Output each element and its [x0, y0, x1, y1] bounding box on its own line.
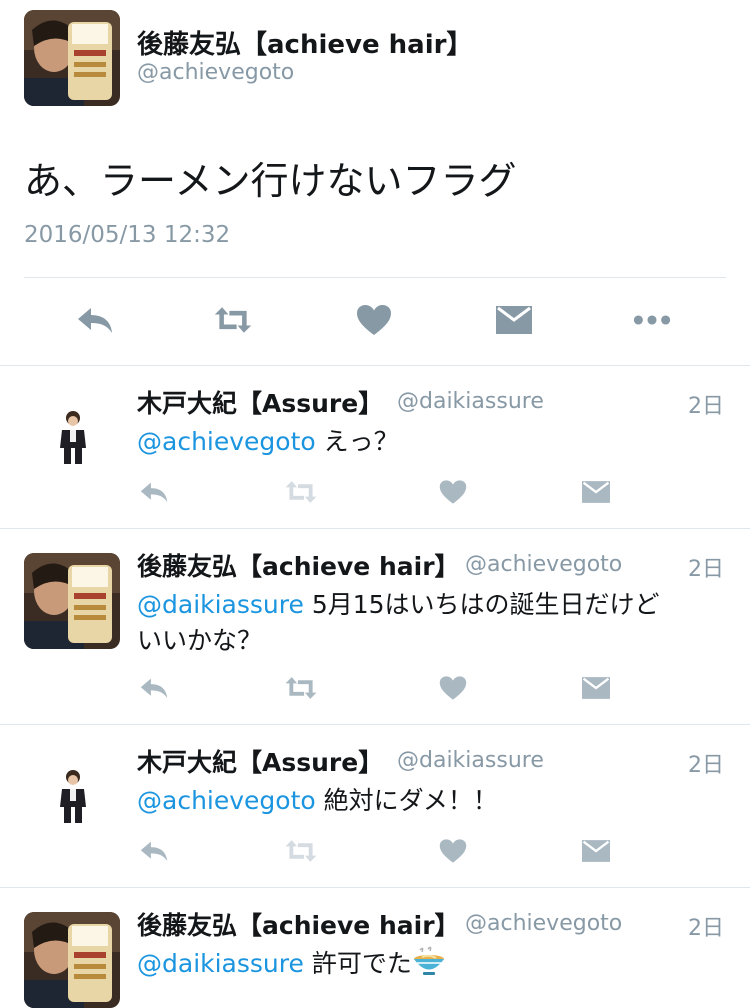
tweet-text: @daikiassure 5月15はいちはの誕生日だけど いいかな？ [137, 587, 727, 659]
like-icon[interactable] [436, 837, 470, 865]
tweet-timestamp: 2016/05/13 12:32 [24, 222, 231, 248]
avatar-photo [24, 553, 120, 649]
mention-link[interactable]: @achievegoto [137, 427, 316, 456]
message-icon[interactable] [579, 674, 613, 702]
reply-icon[interactable] [137, 674, 171, 702]
message-icon[interactable] [494, 302, 534, 338]
tweet-text: @achievegoto 絶対にダメ！！ [137, 783, 727, 819]
author-avatar[interactable] [48, 408, 98, 466]
avatar-photo [24, 912, 120, 1008]
tweet-text: あ、ラーメン行けないフラグ [24, 159, 517, 203]
author-name[interactable]: 後藤友弘【achieve hair】 [137, 547, 460, 583]
mention-link[interactable]: @daikiassure [137, 949, 304, 978]
message-icon[interactable] [579, 837, 613, 865]
retweet-icon[interactable] [284, 837, 318, 865]
reply-icon[interactable] [75, 302, 115, 338]
tweet-age: 2日 [688, 753, 724, 778]
author-avatar[interactable] [48, 767, 98, 825]
author-name[interactable]: 木戸大紀【Assure】 [137, 743, 383, 779]
retweet-icon[interactable] [284, 478, 318, 506]
message-icon[interactable] [579, 478, 613, 506]
tweet-body: 絶対にダメ！！ [315, 786, 498, 815]
avatar-photo [24, 10, 120, 106]
ramen-bowl-icon [413, 946, 444, 975]
author-name[interactable]: 後藤友弘【achieve hair】 [137, 24, 472, 61]
tweet-age: 2日 [688, 557, 724, 582]
retweet-icon[interactable] [213, 302, 253, 338]
tweet-text: @achievegoto えっ？ [137, 424, 727, 460]
tweet-age: 2日 [688, 394, 724, 419]
author-avatar[interactable] [24, 912, 120, 1008]
author-handle[interactable]: @achievegoto [137, 60, 294, 85]
reply-tweet[interactable]: 後藤友弘【achieve hair】 @achievegoto 2日 @daik… [0, 888, 750, 1008]
tweet-body: 許可でた [303, 949, 412, 978]
author-handle[interactable]: @daikiassure [397, 389, 544, 414]
author-avatar[interactable] [24, 553, 120, 649]
author-name[interactable]: 木戸大紀【Assure】 [137, 384, 383, 420]
author-handle[interactable]: @achievegoto [465, 911, 622, 936]
reply-icon[interactable] [137, 478, 171, 506]
more-icon[interactable] [632, 302, 672, 338]
reply-tweet[interactable]: 木戸大紀【Assure】 @daikiassure 2日 @achievegot… [0, 725, 750, 887]
divider [24, 277, 726, 278]
like-icon[interactable] [436, 674, 470, 702]
mention-link[interactable]: @achievegoto [137, 786, 316, 815]
main-tweet: 後藤友弘【achieve hair】 @achievegoto あ、ラーメン行け… [0, 0, 750, 365]
like-icon[interactable] [354, 302, 394, 338]
author-avatar[interactable] [24, 10, 120, 106]
author-handle[interactable]: @daikiassure [397, 748, 544, 773]
tweet-age: 2日 [688, 916, 724, 941]
reply-tweet[interactable]: 後藤友弘【achieve hair】 @achievegoto 2日 @daik… [0, 529, 750, 724]
retweet-icon[interactable] [284, 674, 318, 702]
tweet-body: えっ？ [315, 427, 399, 456]
mention-link[interactable]: @daikiassure [137, 590, 304, 619]
tweet-text: @daikiassure 許可でた [137, 946, 727, 982]
reply-icon[interactable] [137, 837, 171, 865]
reply-tweet[interactable]: 木戸大紀【Assure】 @daikiassure 2日 @achievegot… [0, 366, 750, 528]
author-name[interactable]: 後藤友弘【achieve hair】 [137, 906, 460, 942]
author-handle[interactable]: @achievegoto [465, 552, 622, 577]
like-icon[interactable] [436, 478, 470, 506]
